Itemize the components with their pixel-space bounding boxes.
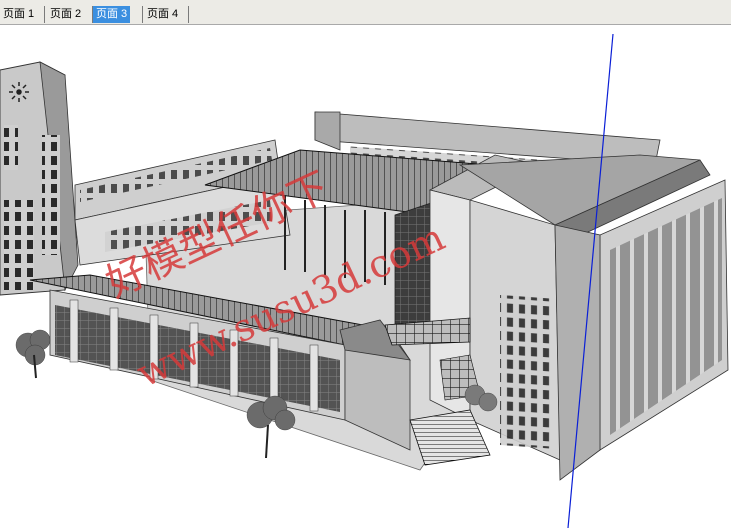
tree-icon (15, 329, 51, 379)
scene-tab-bar: 页面 1 页面 2 页面 3 页面 4 (0, 0, 731, 25)
tab-page-1[interactable]: 页面 1 (0, 6, 37, 23)
clock-icon (9, 82, 29, 102)
tab-separator (142, 6, 143, 23)
tab-page-2[interactable]: 页面 2 (47, 6, 84, 23)
tab-separator (44, 6, 45, 23)
building-model-render (0, 33, 729, 528)
tab-page-3[interactable]: 页面 3 (93, 6, 131, 23)
tab-separator (188, 6, 189, 23)
model-viewport[interactable]: 好模型任你下 www.susu3d.com (0, 26, 731, 528)
tab-page-4[interactable]: 页面 4 (144, 6, 181, 23)
